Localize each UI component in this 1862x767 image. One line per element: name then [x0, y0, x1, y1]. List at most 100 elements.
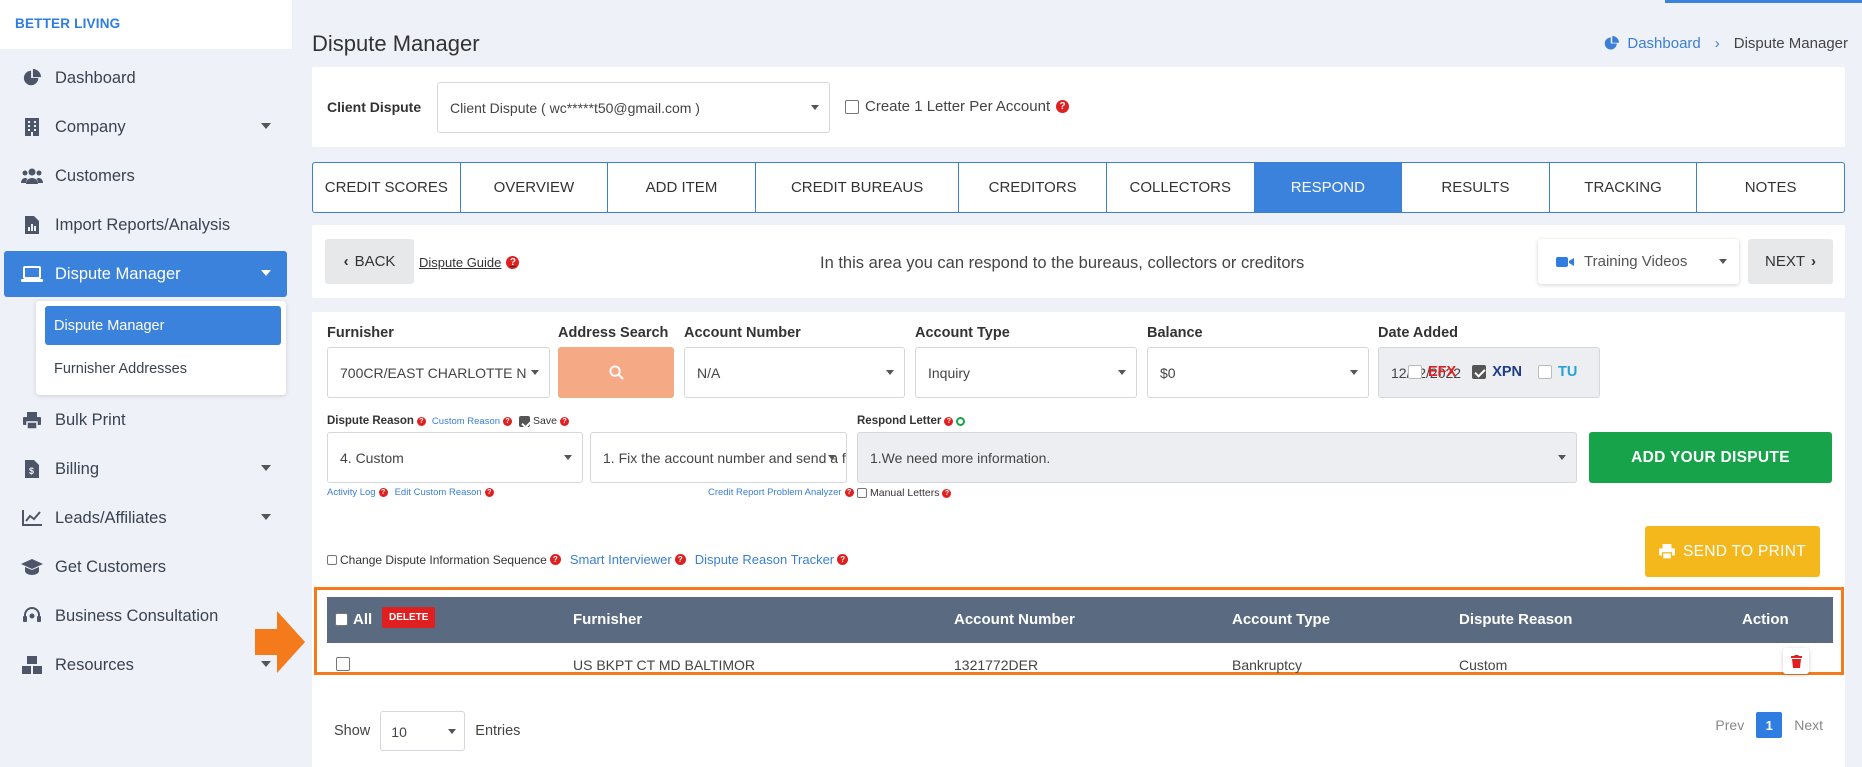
column-action: Action [1742, 611, 1789, 628]
sidebar-item-get-customers[interactable]: Get Customers [4, 544, 287, 590]
select-all-checkbox[interactable] [335, 613, 348, 626]
furnisher-select[interactable]: 700CR/EAST CHARLOTTE N [327, 347, 550, 398]
column-furnisher: Furnisher [573, 611, 643, 628]
cell-account-type: Bankruptcy [1232, 657, 1303, 673]
chevron-right-icon: › [1714, 35, 1720, 52]
help-icon[interactable]: ? [416, 416, 426, 426]
account-number-select[interactable]: N/A [684, 347, 905, 398]
manual-letters-checkbox[interactable] [857, 488, 867, 498]
chevron-down-icon [261, 270, 271, 276]
account-type-select[interactable]: Inquiry [915, 347, 1137, 398]
tab-overview[interactable]: OVERVIEW [461, 163, 609, 212]
efx-checkbox[interactable] [1408, 365, 1422, 379]
help-icon[interactable]: ? [944, 416, 954, 426]
dispute-reason-select[interactable]: 4. Custom [327, 432, 583, 483]
tab-tracking[interactable]: TRACKING [1550, 163, 1698, 212]
address-search-button[interactable] [558, 347, 674, 398]
save-checkbox[interactable] [519, 415, 531, 427]
sidebar-item-import-reports[interactable]: Import Reports/Analysis [4, 202, 287, 248]
add-dispute-button[interactable]: ADD YOUR DISPUTE [1589, 432, 1832, 483]
balance-select[interactable]: $0 [1147, 347, 1369, 398]
row-checkbox[interactable] [336, 657, 350, 671]
training-videos-dropdown[interactable]: Training Videos [1538, 239, 1739, 284]
page-button-current[interactable]: 1 [1756, 712, 1783, 738]
chevron-down-icon [261, 123, 271, 129]
next-button[interactable]: NEXT › [1748, 239, 1833, 284]
help-icon[interactable]: ? [942, 488, 952, 498]
help-icon[interactable]: ? [549, 554, 561, 565]
create-letter-checkbox[interactable] [845, 99, 859, 114]
next-page-button[interactable]: Next [1794, 717, 1823, 733]
delete-row-button[interactable] [1783, 648, 1809, 674]
sidebar-item-resources[interactable]: Resources [4, 642, 287, 688]
breadcrumb-dashboard-link[interactable]: Dashboard [1627, 35, 1700, 52]
sidebar-item-label: Resources [55, 655, 134, 674]
chevron-down-icon [448, 729, 457, 734]
help-icon[interactable]: ? [503, 416, 513, 426]
tab-credit-scores[interactable]: CREDIT SCORES [313, 163, 461, 212]
account-type-label: Account Type [915, 325, 1010, 341]
furnisher-value: 700CR/EAST CHARLOTTE N [340, 365, 527, 381]
prev-page-button[interactable]: Prev [1715, 717, 1744, 733]
respond-info-message: In this area you can respond to the bure… [820, 254, 1305, 272]
sidebar-item-bulk-print[interactable]: Bulk Print [4, 397, 287, 443]
xpn-checkbox[interactable] [1472, 365, 1487, 379]
client-dispute-select[interactable]: Client Dispute ( wc*****t50@gmail.com ) [437, 82, 830, 133]
sidebar-item-company[interactable]: Company [4, 104, 287, 150]
change-sequence-row: Change Dispute Information Sequence ? Sm… [327, 552, 849, 567]
credit-report-analyzer-link[interactable]: Credit Report Problem Analyzer [708, 487, 842, 498]
tab-collectors[interactable]: COLLECTORS [1107, 163, 1255, 212]
delete-button[interactable]: DELETE [382, 607, 436, 628]
chevron-down-icon [828, 455, 836, 460]
help-icon[interactable]: ? [484, 488, 494, 497]
tab-credit-bureaus[interactable]: CREDIT BUREAUS [756, 163, 960, 212]
help-icon[interactable]: ? [844, 488, 854, 497]
smart-interviewer-link[interactable]: Smart Interviewer [570, 552, 672, 567]
dispute-guide-link[interactable]: Dispute Guide ? [419, 255, 520, 270]
tab-creditors[interactable]: CREDITORS [959, 163, 1107, 212]
help-icon[interactable]: ? [506, 256, 520, 269]
sidebar-item-label: Bulk Print [55, 410, 126, 429]
efx-label: EFX [1428, 364, 1457, 380]
dispute-instruction-select[interactable]: 1. Fix the account number and send a fu [590, 432, 847, 483]
sidebar-item-label: Billing [55, 459, 100, 478]
sidebar-item-leads-affiliates[interactable]: Leads/Affiliates [4, 495, 287, 541]
help-icon[interactable]: ? [674, 554, 686, 565]
tab-add-item[interactable]: ADD ITEM [608, 163, 756, 212]
page-title: Dispute Manager [312, 31, 480, 56]
submenu-item-furnisher-addresses[interactable]: Furnisher Addresses [45, 349, 281, 388]
submenu-item-dispute-manager[interactable]: Dispute Manager [45, 306, 281, 345]
activity-log-link[interactable]: Activity Log [327, 487, 376, 498]
tab-respond[interactable]: RESPOND [1254, 163, 1403, 212]
tab-notes[interactable]: NOTES [1697, 163, 1844, 212]
dispute-reason-value: 4. Custom [340, 450, 404, 466]
sidebar-item-dispute-manager[interactable]: Dispute Manager [4, 251, 287, 297]
sidebar-item-customers[interactable]: Customers [4, 153, 287, 199]
annotation-arrow-icon [255, 611, 305, 677]
help-icon[interactable]: ? [559, 416, 569, 426]
help-icon[interactable]: ? [1056, 100, 1070, 113]
entries-select[interactable]: 10 [380, 711, 466, 751]
chevron-left-icon: ‹ [343, 253, 349, 270]
change-sequence-checkbox[interactable] [327, 554, 337, 565]
help-icon[interactable]: ? [837, 554, 849, 565]
back-button[interactable]: ‹ BACK [325, 239, 414, 284]
respond-letter-label: Respond Letter [857, 415, 942, 427]
pie-chart-icon [1604, 36, 1620, 51]
xpn-label: XPN [1492, 364, 1523, 380]
sidebar-item-dashboard[interactable]: Dashboard [4, 55, 287, 101]
help-icon[interactable]: ? [378, 488, 388, 497]
sidebar-item-billing[interactable]: $ Billing [4, 446, 287, 492]
dispute-reason-tracker-link[interactable]: Dispute Reason Tracker [695, 552, 834, 567]
send-to-print-button[interactable]: SEND TO PRINT [1645, 526, 1820, 577]
eye-icon[interactable] [956, 416, 966, 426]
custom-reason-link[interactable]: Custom Reason [432, 416, 500, 427]
brand-logo[interactable]: BETTER LIVING [0, 0, 292, 49]
sidebar-item-business-consultation[interactable]: Business Consultation [4, 593, 287, 639]
tab-results[interactable]: RESULTS [1402, 163, 1550, 212]
tu-checkbox[interactable] [1538, 365, 1553, 379]
edit-custom-reason-link[interactable]: Edit Custom Reason [395, 487, 482, 498]
dispute-table-highlight: All DELETE Furnisher Account Number Acco… [314, 587, 1844, 675]
respond-letter-select[interactable]: 1.We need more information. [857, 432, 1577, 483]
dispute-form-panel: Furnisher 700CR/EAST CHARLOTTE N Address… [312, 312, 1845, 767]
